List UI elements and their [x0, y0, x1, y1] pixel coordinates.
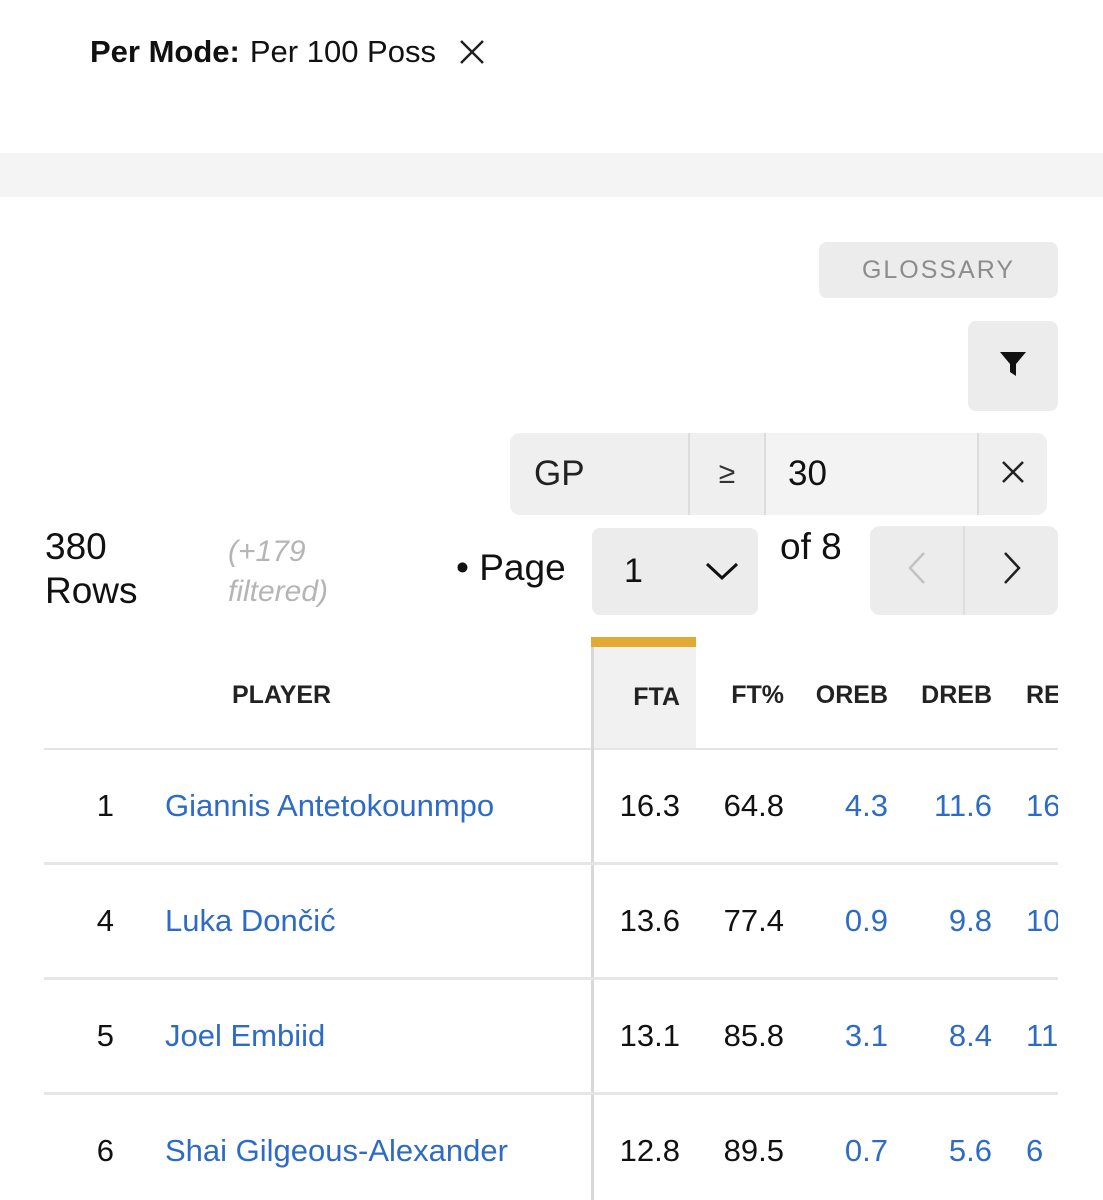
next-page-button[interactable]	[965, 526, 1058, 615]
player-link[interactable]: Shai Gilgeous-Alexander	[160, 1093, 594, 1200]
section-divider	[0, 153, 1103, 197]
table-header-row: PLAYER FTA FT% OREB DREB REB	[44, 637, 1058, 750]
rank-cell: 6	[44, 1093, 160, 1200]
dreb-link[interactable]: 8.4	[904, 978, 1008, 1095]
reb-link[interactable]: 6	[1008, 1093, 1058, 1200]
oreb-link[interactable]: 0.9	[800, 863, 904, 980]
column-header-reb[interactable]: REB	[1008, 642, 1058, 750]
table-row: 5 Joel Embiid 13.1 85.8 3.1 8.4 11	[44, 978, 1058, 1095]
fta-cell: 16.3	[592, 749, 696, 865]
rank-cell: 5	[44, 978, 160, 1095]
per-mode-label: Per Mode:	[90, 34, 240, 69]
column-header-player[interactable]: PLAYER	[160, 642, 594, 750]
dreb-link[interactable]: 9.8	[904, 863, 1008, 980]
chevron-down-icon	[704, 552, 740, 591]
table-row: 4 Luka Dončić 13.6 77.4 0.9 9.8 10	[44, 863, 1058, 980]
column-header-ftp[interactable]: FT%	[696, 642, 800, 750]
fta-cell: 12.8	[592, 1093, 696, 1200]
close-icon[interactable]	[458, 38, 486, 66]
page-select[interactable]: 1	[592, 528, 758, 615]
page-label: • Page	[456, 547, 566, 588]
oreb-link[interactable]: 4.3	[800, 749, 904, 865]
table-row: 1 Giannis Antetokounmpo 16.3 64.8 4.3 11…	[44, 749, 1058, 865]
reb-link[interactable]: 16	[1008, 749, 1058, 865]
fta-cell: 13.6	[592, 863, 696, 980]
rows-filtered-note: (+179 filtered)	[228, 535, 329, 608]
player-link[interactable]: Luka Dončić	[160, 863, 594, 980]
pager	[870, 526, 1058, 615]
dreb-link[interactable]: 11.6	[904, 749, 1008, 865]
chevron-right-icon	[1001, 550, 1023, 591]
player-link[interactable]: Joel Embiid	[160, 978, 594, 1095]
reb-link[interactable]: 10	[1008, 863, 1058, 980]
glossary-button[interactable]: GLOSSARY	[819, 242, 1058, 298]
filter-button[interactable]	[968, 321, 1058, 411]
funnel-icon	[998, 349, 1028, 384]
filter-operator-select[interactable]: ≥	[690, 433, 766, 515]
page-total: of 8	[780, 526, 842, 567]
rank-cell: 4	[44, 863, 160, 980]
ftp-cell: 64.8	[696, 749, 800, 865]
close-icon	[1000, 459, 1026, 490]
ftp-cell: 85.8	[696, 978, 800, 1095]
prev-page-button[interactable]	[870, 526, 965, 615]
table-row: 6 Shai Gilgeous-Alexander 12.8 89.5 0.7 …	[44, 1093, 1058, 1200]
rows-count: 380 Rows	[45, 526, 138, 611]
player-link[interactable]: Giannis Antetokounmpo	[160, 749, 594, 865]
reb-link[interactable]: 11	[1008, 978, 1058, 1095]
column-header-oreb[interactable]: OREB	[800, 642, 904, 750]
rank-header	[44, 642, 160, 750]
ftp-cell: 89.5	[696, 1093, 800, 1200]
rank-cell: 1	[44, 749, 160, 865]
per-mode-value: Per 100 Poss	[249, 34, 436, 69]
dreb-link[interactable]: 5.6	[904, 1093, 1008, 1200]
fta-cell: 13.1	[592, 978, 696, 1095]
column-header-dreb[interactable]: DREB	[904, 642, 1008, 750]
filter-value-input[interactable]: 30	[766, 433, 979, 515]
oreb-link[interactable]: 3.1	[800, 978, 904, 1095]
oreb-link[interactable]: 0.7	[800, 1093, 904, 1200]
filter-clear-button[interactable]	[979, 433, 1047, 515]
stats-table: PLAYER FTA FT% OREB DREB REB 1 Giannis A…	[44, 637, 1058, 1200]
per-mode-filter-chip: Per Mode: Per 100 Poss	[90, 30, 486, 74]
ftp-cell: 77.4	[696, 863, 800, 980]
gp-filter-row: GP ≥ 30	[510, 433, 1047, 515]
chevron-left-icon	[906, 550, 928, 591]
page-select-value: 1	[624, 552, 643, 590]
filter-stat-select[interactable]: GP	[510, 433, 690, 515]
column-header-fta[interactable]: FTA	[592, 637, 696, 750]
